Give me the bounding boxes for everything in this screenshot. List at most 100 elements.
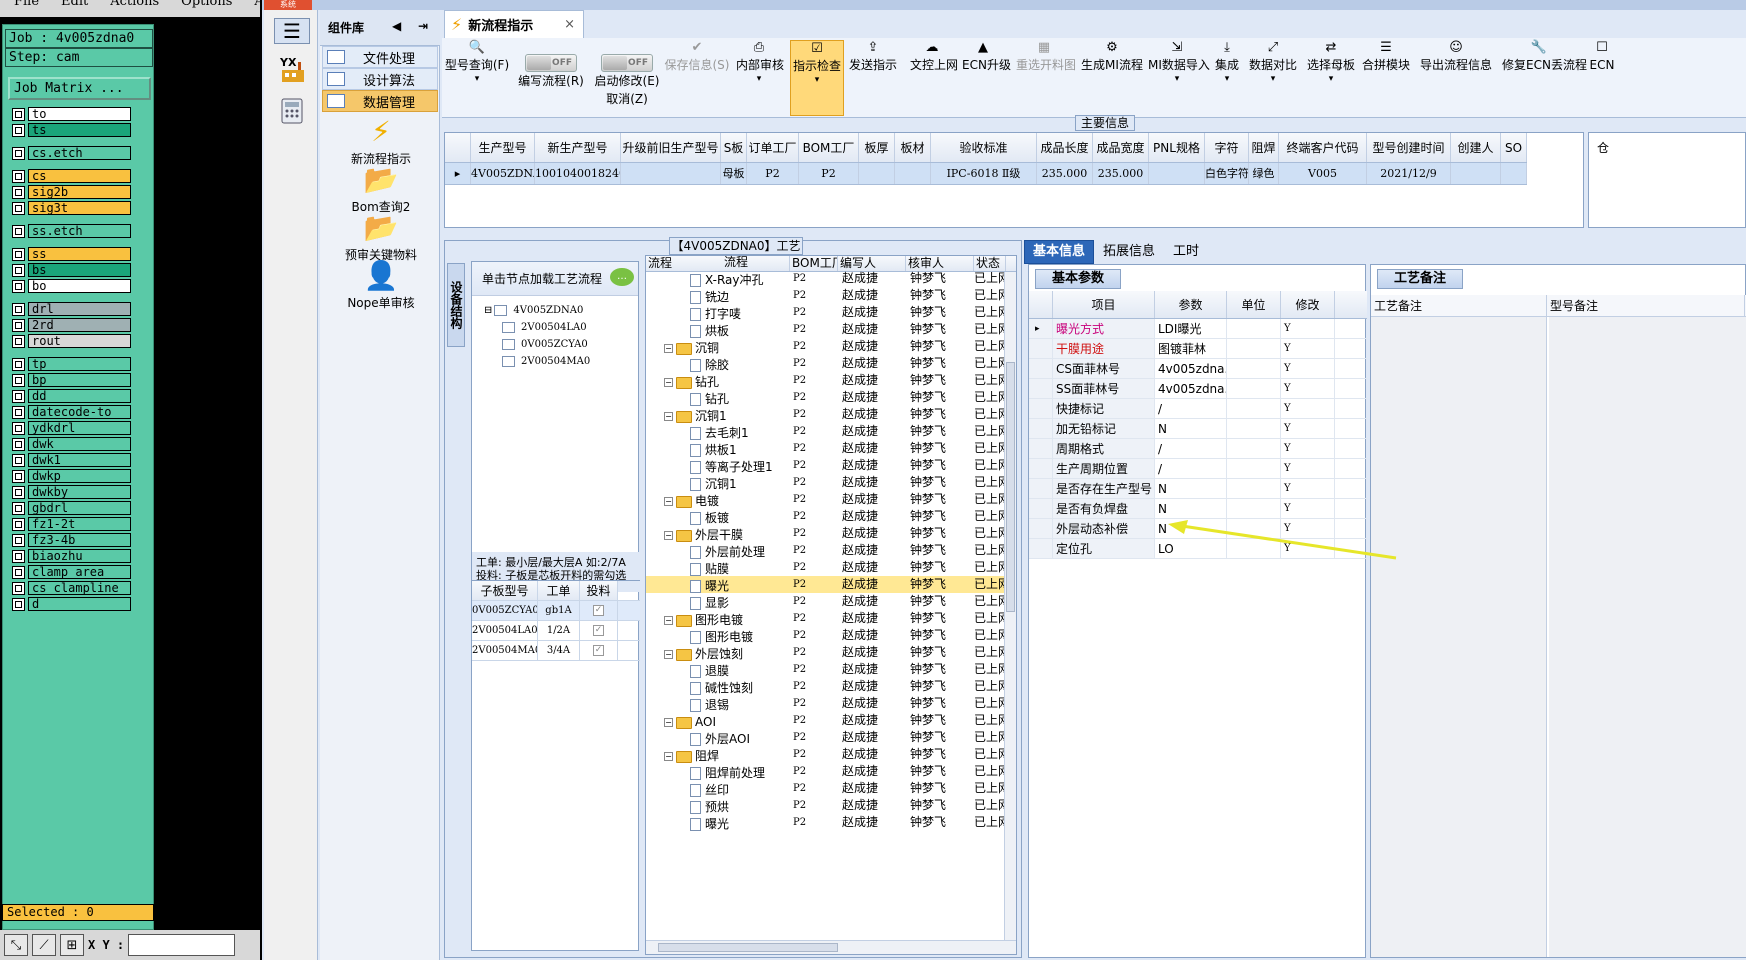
flow-row[interactable]: 丝印 P2 赵成捷 钟梦飞 已上网 bbox=[646, 780, 1006, 797]
flow-row[interactable]: 外层前处理 P2 赵成捷 钟梦飞 已上网 bbox=[646, 542, 1006, 559]
flow-row[interactable]: 退锡 P2 赵成捷 钟梦飞 已上网 bbox=[646, 695, 1006, 712]
flow-step-cell[interactable]: 打字唛 bbox=[646, 304, 790, 321]
cam-menu-item[interactable]: Edit bbox=[61, 0, 88, 17]
flow-step-cell[interactable]: 铣边 bbox=[646, 287, 790, 304]
measure-icon[interactable]: ⟋ bbox=[32, 934, 56, 956]
param-edit[interactable]: Y bbox=[1281, 379, 1335, 398]
ribbon-button-11[interactable]: ⇲ MI数据导入 ▾ bbox=[1148, 40, 1210, 116]
flow-step-cell[interactable]: 碱性蚀刻 bbox=[646, 678, 790, 695]
param-unit[interactable] bbox=[1227, 319, 1281, 338]
flow-step-cell[interactable]: − 图形电镀 bbox=[646, 610, 790, 627]
cell[interactable]: P2 bbox=[747, 163, 799, 184]
flow-step-cell[interactable]: 板镀 bbox=[646, 508, 790, 525]
flow-row[interactable]: 图形电镀 P2 赵成捷 钟梦飞 已上网 bbox=[646, 627, 1006, 644]
ribbon-button-6[interactable]: ⇪ 发送指示 bbox=[848, 40, 898, 116]
ribbon-button-18[interactable]: ☐ ECN bbox=[1582, 40, 1622, 116]
layer-name[interactable]: ss bbox=[28, 247, 131, 261]
param-edit[interactable]: Y bbox=[1281, 459, 1335, 478]
param-row[interactable]: ▸ 曝光方式 LDI曝光 Y bbox=[1029, 319, 1367, 339]
flow-row[interactable]: 钻孔 P2 赵成捷 钟梦飞 已上网 bbox=[646, 389, 1006, 406]
tool-0[interactable]: ⚡ 新流程指示 bbox=[328, 114, 434, 167]
param-edit[interactable]: Y bbox=[1281, 439, 1335, 458]
flow-row[interactable]: − 外层蚀刻 P2 赵成捷 钟梦飞 已上网 bbox=[646, 644, 1006, 661]
tab-equipment-structure[interactable]: 设备结构 bbox=[447, 263, 465, 347]
param-value[interactable]: 图镀菲林 bbox=[1155, 339, 1227, 358]
flow-row[interactable]: 贴膜 P2 赵成捷 钟梦飞 已上网 bbox=[646, 559, 1006, 576]
ribbon-button-0[interactable]: 🔍 型号查询(F) ▾ bbox=[444, 40, 510, 116]
close-icon[interactable]: × bbox=[564, 17, 575, 32]
layer-name[interactable]: to bbox=[28, 107, 131, 121]
cell[interactable]: 4V005ZDNA0 bbox=[471, 163, 535, 184]
flow-step-cell[interactable]: 烘板 bbox=[646, 321, 790, 338]
flow-row[interactable]: 等离子处理1 P2 赵成捷 钟梦飞 已上网 bbox=[646, 457, 1006, 474]
cell[interactable]: V005 bbox=[1279, 163, 1367, 184]
param-value[interactable]: N bbox=[1155, 419, 1227, 438]
tab-0[interactable]: 基本信息 bbox=[1024, 240, 1095, 264]
layer-row[interactable]: clamp_area bbox=[8, 564, 131, 580]
layer-checkbox[interactable] bbox=[12, 421, 25, 435]
collapse-icon[interactable]: − bbox=[664, 344, 673, 353]
flow-row[interactable]: 铣边 P2 赵成捷 钟梦飞 已上网 bbox=[646, 287, 1006, 304]
cell[interactable] bbox=[1501, 163, 1527, 184]
checkbox-cell[interactable]: ✓ bbox=[580, 621, 618, 640]
layer-row[interactable]: drl bbox=[8, 301, 131, 317]
cell[interactable]: 2021/12/9 bbox=[1367, 163, 1451, 184]
layer-name[interactable]: dwkp bbox=[28, 469, 131, 483]
ribbon-button-4[interactable]: ⎙ 内部审核 ▾ bbox=[736, 40, 784, 116]
param-value[interactable]: 4v005zdna... bbox=[1155, 359, 1227, 378]
flow-step-cell[interactable]: − 阻焊 bbox=[646, 746, 790, 763]
collapse-icon[interactable]: − bbox=[664, 412, 673, 421]
factory-logo-icon[interactable]: YX bbox=[276, 52, 310, 86]
chevron-down-icon[interactable]: ▾ bbox=[1306, 74, 1356, 84]
layer-name[interactable]: bs bbox=[28, 263, 131, 277]
cell[interactable]: IPC-6018 Ⅱ级 bbox=[931, 163, 1037, 184]
checkbox[interactable]: ✓ bbox=[593, 645, 604, 656]
flow-step-cell[interactable]: − 外层蚀刻 bbox=[646, 644, 790, 661]
flow-row[interactable]: − 沉铜 P2 赵成捷 钟梦飞 已上网 bbox=[646, 338, 1006, 355]
layer-row[interactable]: ss.etch bbox=[8, 223, 131, 239]
layer-checkbox[interactable] bbox=[12, 533, 25, 547]
param-row[interactable]: 生产周期位置 / Y bbox=[1029, 459, 1367, 479]
pin-icon[interactable]: ⇥ bbox=[418, 19, 428, 33]
ribbon-button-7[interactable]: ☁ 文控上网 bbox=[910, 40, 958, 116]
checkbox-cell[interactable]: ✓ bbox=[580, 641, 618, 660]
layer-checkbox[interactable] bbox=[12, 318, 25, 332]
layer-row[interactable]: dwk bbox=[8, 436, 131, 452]
job-matrix-button[interactable]: Job Matrix ... bbox=[8, 77, 151, 100]
layer-name[interactable]: ss.etch bbox=[28, 224, 131, 238]
cam-menu-item[interactable]: Actions bbox=[110, 0, 159, 17]
flow-step-cell[interactable]: 贴膜 bbox=[646, 559, 790, 576]
layer-name[interactable]: bo bbox=[28, 279, 131, 293]
layer-checkbox[interactable] bbox=[12, 123, 25, 137]
tab-2[interactable]: 工时 bbox=[1164, 240, 1208, 264]
layer-row[interactable]: ts bbox=[8, 122, 131, 138]
tree-node[interactable]: 2V00504LA0 bbox=[502, 319, 587, 336]
chevron-down-icon[interactable]: ▾ bbox=[1148, 74, 1206, 84]
cam-menu-item[interactable]: File bbox=[14, 0, 39, 17]
param-unit[interactable] bbox=[1227, 359, 1281, 378]
flow-step-cell[interactable]: − 沉铜1 bbox=[646, 406, 790, 423]
flow-step-cell[interactable]: 图形电镀 bbox=[646, 627, 790, 644]
layer-name[interactable]: cs bbox=[28, 169, 131, 183]
layer-row[interactable]: sig2b bbox=[8, 184, 131, 200]
flow-step-cell[interactable]: 沉铜1 bbox=[646, 474, 790, 491]
cell[interactable]: 10010400182403 bbox=[535, 163, 621, 184]
flow-step-cell[interactable]: − 钻孔 bbox=[646, 372, 790, 389]
checkbox-cell[interactable]: ✓ bbox=[580, 601, 618, 620]
layer-checkbox[interactable] bbox=[12, 263, 25, 277]
cell[interactable]: 绿色 bbox=[1249, 163, 1279, 184]
layer-checkbox[interactable] bbox=[12, 405, 25, 419]
flow-step-cell[interactable]: 显影 bbox=[646, 593, 790, 610]
flow-step-cell[interactable]: 退锡 bbox=[646, 695, 790, 712]
cell[interactable]: 235.000 bbox=[1093, 163, 1149, 184]
sub-grid-row[interactable]: 0V005ZCYA0 gb1A ✓ bbox=[472, 601, 640, 621]
layer-row[interactable]: ss bbox=[8, 246, 131, 262]
layer-checkbox[interactable] bbox=[12, 501, 25, 515]
cell[interactable] bbox=[895, 163, 931, 184]
param-unit[interactable] bbox=[1227, 479, 1281, 498]
chevron-down-icon[interactable]: ▾ bbox=[736, 74, 782, 84]
tree-node[interactable]: 0V005ZCYA0 bbox=[502, 336, 588, 353]
ribbon-button-12[interactable]: ⤓ 集成 ▾ bbox=[1214, 40, 1240, 116]
flow-step-cell[interactable]: 去毛刺1 bbox=[646, 423, 790, 440]
flow-step-cell[interactable]: X-Ray冲孔 bbox=[646, 270, 790, 287]
